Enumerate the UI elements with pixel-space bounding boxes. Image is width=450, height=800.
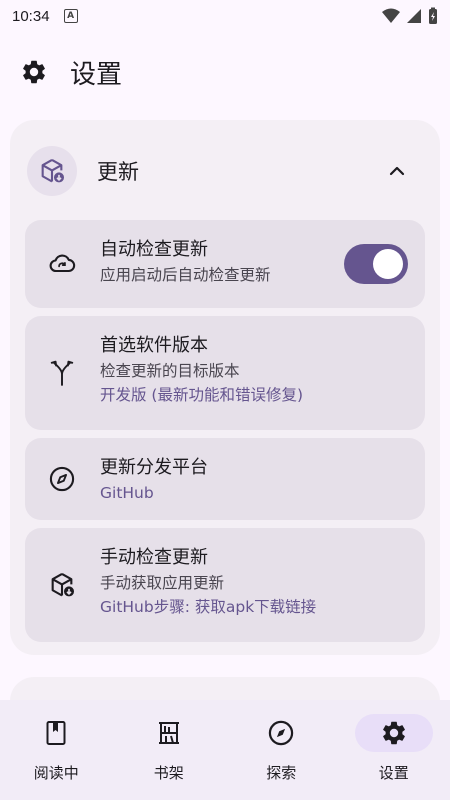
- distribution-platform-item[interactable]: 更新分发平台 GitHub: [25, 438, 425, 520]
- signal-icon: [407, 9, 421, 23]
- item-subtitle: 检查更新的目标版本: [100, 362, 240, 380]
- cloud-sync-icon: [47, 249, 77, 279]
- auto-check-toggle[interactable]: [344, 244, 408, 284]
- update-section-header[interactable]: 更新: [27, 140, 423, 202]
- item-subtitle: 手动获取应用更新: [100, 574, 225, 592]
- battery-icon: [429, 7, 437, 24]
- item-value: 开发版 (最新功能和错误修复): [100, 386, 304, 404]
- nav-item-explore[interactable]: 探索: [225, 700, 338, 800]
- item-title: 首选软件版本: [100, 335, 208, 356]
- page-title: 设置: [70, 59, 123, 90]
- bookshelf-icon: [130, 714, 208, 752]
- manual-check-update-item[interactable]: 手动检查更新 手动获取应用更新 GitHub步骤: 获取apk下载链接: [25, 528, 425, 642]
- wifi-icon: [382, 8, 400, 23]
- package-update-icon: [27, 146, 77, 196]
- status-indicators: [382, 7, 438, 25]
- section-title: 更新: [97, 160, 139, 184]
- item-title: 手动检查更新: [100, 547, 208, 568]
- app-bar: 设置: [0, 44, 450, 100]
- item-title: 更新分发平台: [100, 457, 208, 478]
- nav-label: 阅读中: [33, 764, 79, 782]
- branch-arrows-icon: [47, 358, 77, 388]
- item-value: GitHub: [100, 484, 154, 502]
- chevron-up-icon[interactable]: [383, 157, 411, 185]
- nav-label: 探索: [266, 764, 297, 782]
- nav-item-settings[interactable]: 设置: [338, 700, 450, 800]
- status-time: 10:34: [12, 7, 50, 25]
- book-icon: [17, 714, 95, 752]
- item-value[interactable]: GitHub步骤: 获取apk下载链接: [100, 595, 415, 619]
- nav-item-bookshelf[interactable]: 书架: [113, 700, 226, 800]
- nav-item-reading[interactable]: 阅读中: [0, 700, 113, 800]
- nav-label: 设置: [378, 764, 409, 782]
- status-bar: 10:34 A: [0, 0, 450, 32]
- compass-icon: [47, 464, 77, 494]
- bottom-navigation: 阅读中 书架 探索 设置: [0, 700, 450, 800]
- nav-label: 书架: [153, 764, 184, 782]
- preferred-version-item[interactable]: 首选软件版本 检查更新的目标版本 开发版 (最新功能和错误修复): [25, 316, 425, 430]
- settings-gear-icon: [23, 60, 45, 84]
- package-download-icon: [47, 570, 77, 600]
- auto-check-update-item[interactable]: 自动检查更新 应用启动后自动检查更新: [25, 220, 425, 308]
- notification-icon: A: [63, 9, 78, 23]
- update-section-card: 更新 自动检查更新 应用启动后自动检查更新 首选软件版本 检查更新的目标版本 开…: [10, 120, 440, 655]
- gear-icon: [354, 714, 433, 752]
- toggle-knob: [373, 249, 403, 279]
- compass-icon: [242, 714, 320, 752]
